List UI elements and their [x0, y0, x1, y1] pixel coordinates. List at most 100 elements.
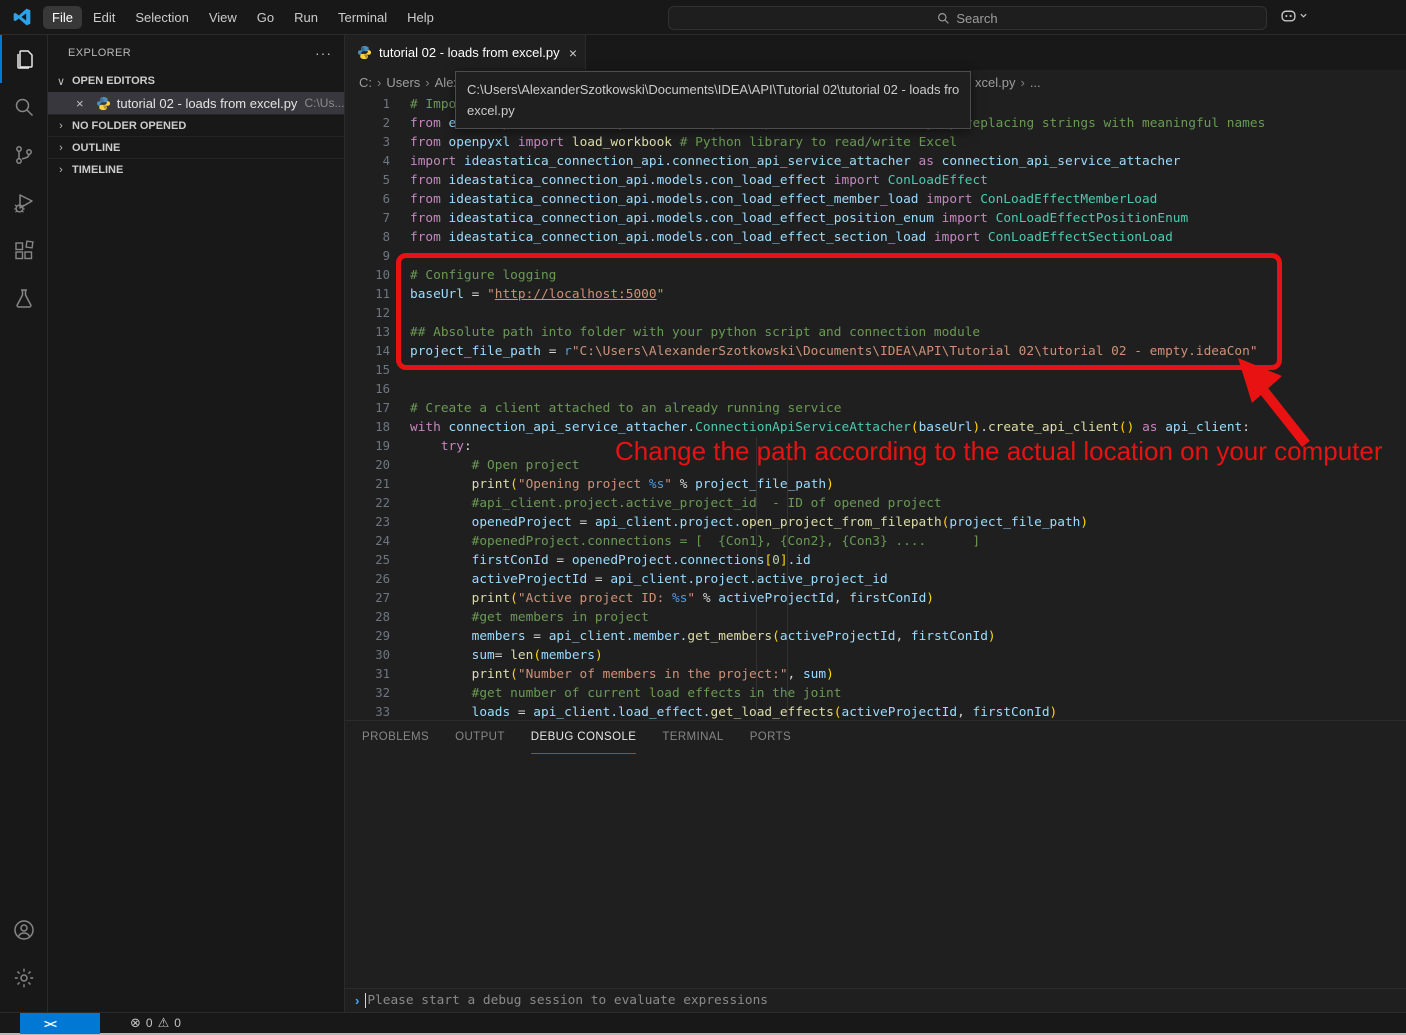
breadcrumb-separator-icon: › [1020, 75, 1024, 90]
line-number: 22 [345, 494, 390, 513]
vscode-logo-icon [12, 7, 32, 27]
menu-item-edit[interactable]: Edit [84, 6, 124, 29]
section-open-editors[interactable]: ∨ OPEN EDITORS [48, 70, 344, 92]
python-file-icon [357, 45, 372, 60]
sidebar-item-extensions[interactable] [0, 227, 48, 275]
tooltip-path-line1: C:\Users\AlexanderSzotkowski\Documents\I… [467, 79, 959, 100]
menu-item-file[interactable]: File [43, 6, 82, 29]
section-no-folder-opened[interactable]: › NO FOLDER OPENED [48, 114, 344, 136]
accounts-button[interactable] [0, 906, 48, 954]
line-number: 11 [345, 285, 390, 304]
menu-item-go[interactable]: Go [248, 6, 283, 29]
problems-status[interactable]: ⊗ 0 ⚠ 0 [130, 1015, 181, 1031]
line-number: 29 [345, 627, 390, 646]
panel-tab-debug-console[interactable]: DEBUG CONSOLE [531, 721, 637, 754]
line-number: 27 [345, 589, 390, 608]
sidebar-item-explorer[interactable] [0, 35, 48, 83]
breadcrumb-segment[interactable]: C: [359, 75, 372, 90]
menu-item-selection[interactable]: Selection [126, 6, 197, 29]
line-number: 33 [345, 703, 390, 720]
panel-tab-ports[interactable]: PORTS [750, 721, 791, 754]
open-editor-file-name: tutorial 02 - loads from excel.py [117, 96, 298, 111]
copilot-icon [1280, 7, 1297, 24]
menu-item-help[interactable]: Help [398, 6, 443, 29]
breadcrumb-segment[interactable]: Users [386, 75, 420, 90]
line-number: 12 [345, 304, 390, 323]
code-line-14: 14project_file_path = r"C:\Users\Alexand… [345, 342, 1406, 361]
code-editor[interactable]: 1# Impo2from enum import member # Python… [345, 95, 1406, 720]
title-bar: FileEditSelectionViewGoRunTerminalHelp ←… [0, 0, 1406, 35]
line-number: 19 [345, 437, 390, 456]
open-editor-file-path: C:\Us... [304, 96, 344, 110]
sidebar-item-source-control[interactable] [0, 131, 48, 179]
breadcrumb-segment[interactable]: xcel.py [975, 75, 1015, 90]
settings-button[interactable] [0, 954, 48, 1002]
menu-item-run[interactable]: Run [285, 6, 327, 29]
line-number: 3 [345, 133, 390, 152]
code-line-20: 20 # Open project [345, 456, 1406, 475]
tab-close-icon[interactable]: × [569, 45, 577, 61]
code-line-18: 18with connection_api_service_attacher.C… [345, 418, 1406, 437]
code-line-28: 28 #get members in project [345, 608, 1406, 627]
debug-prompt-icon: › [355, 993, 359, 1008]
search-icon [937, 12, 950, 25]
error-icon: ⊗ [130, 1015, 141, 1031]
section-outline[interactable]: › OUTLINE [48, 136, 344, 158]
panel-tab-terminal[interactable]: TERMINAL [662, 721, 723, 754]
activity-bar-bottom [0, 906, 48, 1002]
explorer-files-icon [13, 47, 37, 71]
breadcrumb-segment[interactable]: ... [1030, 75, 1041, 90]
close-editor-icon[interactable]: × [76, 96, 94, 111]
sidebar-item-run-debug[interactable] [0, 179, 48, 227]
line-number: 16 [345, 380, 390, 399]
line-number: 7 [345, 209, 390, 228]
code-line-5: 5from ideastatica_connection_api.models.… [345, 171, 1406, 190]
code-line-32: 32 #get number of current load effects i… [345, 684, 1406, 703]
menu-item-view[interactable]: View [200, 6, 246, 29]
line-number: 4 [345, 152, 390, 171]
sidebar-title: EXPLORER [68, 47, 131, 59]
breadcrumb-right: xcel.py ›... [975, 70, 1041, 95]
breadcrumb-separator-icon: › [425, 75, 429, 90]
line-number: 9 [345, 247, 390, 266]
code-line-6: 6from ideastatica_connection_api.models.… [345, 190, 1406, 209]
debug-console-input[interactable]: › Please start a debug session to evalua… [345, 988, 1406, 1011]
code-line-29: 29 members = api_client.member.get_membe… [345, 627, 1406, 646]
code-line-24: 24 #openedProject.connections = [ {Con1}… [345, 532, 1406, 551]
panel-tab-problems[interactable]: PROBLEMS [362, 721, 429, 754]
remote-indicator[interactable]: >< [20, 1013, 100, 1034]
tab-tutorial-02-loads-from-excel[interactable]: tutorial 02 - loads from excel.py × [345, 35, 586, 70]
search-input[interactable]: Search [668, 6, 1267, 30]
line-number: 5 [345, 171, 390, 190]
code-line-3: 3from openpyxl import load_workbook # Py… [345, 133, 1406, 152]
extensions-icon [12, 239, 36, 263]
panel-tab-output[interactable]: OUTPUT [455, 721, 505, 754]
line-number: 8 [345, 228, 390, 247]
line-number: 21 [345, 475, 390, 494]
copilot-menu[interactable] [1280, 7, 1308, 24]
search-sidebar-icon [12, 95, 36, 119]
line-number: 17 [345, 399, 390, 418]
code-line-30: 30 sum= len(members) [345, 646, 1406, 665]
open-editor-item[interactable]: × tutorial 02 - loads from excel.py C:\U… [48, 92, 344, 114]
section-timeline[interactable]: › TIMELINE [48, 158, 344, 180]
breadcrumb-left: C:›Users›Alex [359, 75, 460, 90]
error-count: 0 [146, 1016, 153, 1030]
code-line-11: 11baseUrl = "http://localhost:5000" [345, 285, 1406, 304]
chevron-right-icon: › [54, 164, 68, 176]
line-number: 18 [345, 418, 390, 437]
line-number: 15 [345, 361, 390, 380]
python-file-icon [96, 96, 111, 111]
line-number: 20 [345, 456, 390, 475]
menu-item-terminal[interactable]: Terminal [329, 6, 396, 29]
tooltip-path-line2: excel.py [467, 100, 959, 121]
run-debug-icon [12, 191, 36, 215]
sidebar-item-testing[interactable] [0, 275, 48, 323]
line-number: 26 [345, 570, 390, 589]
sidebar-item-search[interactable] [0, 83, 48, 131]
code-lines: 1# Impo2from enum import member # Python… [345, 95, 1406, 720]
panel-tab-bar: PROBLEMS OUTPUT DEBUG CONSOLE TERMINAL PORTS [345, 721, 1406, 754]
code-line-23: 23 openedProject = api_client.project.op… [345, 513, 1406, 532]
chevron-right-icon: › [54, 120, 68, 132]
sidebar-more-actions-icon[interactable]: ··· [315, 45, 332, 61]
